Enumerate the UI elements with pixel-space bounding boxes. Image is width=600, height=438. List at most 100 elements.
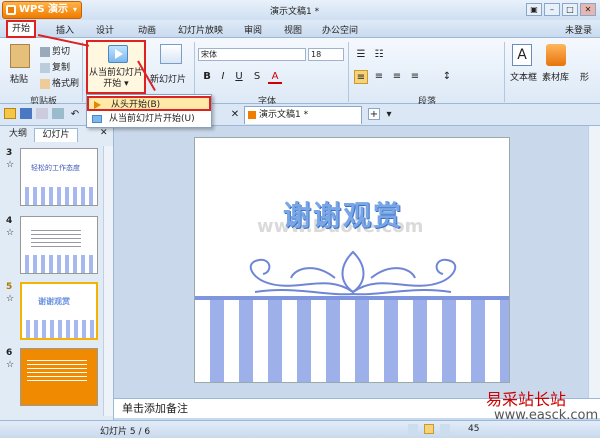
star-icon: ☆ [6,294,15,304]
slide-counter: 幻灯片 5 / 6 [100,427,151,437]
numbering-icon[interactable]: ☷ [372,48,386,62]
thumbnail-title: 轻松的工作态度 [31,164,80,172]
normal-view-icon[interactable] [408,424,418,434]
line-spacing-icon[interactable]: ↕ [440,70,454,84]
menu-review[interactable]: 审阅 [244,23,262,36]
menu-design[interactable]: 设计 [96,23,114,36]
divider [348,42,349,102]
material-library-button[interactable]: 素材库 [542,70,569,83]
paste-button[interactable]: 粘贴 [10,72,28,85]
slideshow-dropdown-menu: 从头开始(B) 从当前幻灯片开始(U) [86,94,212,128]
close-button[interactable]: ✕ [580,3,596,16]
italic-button[interactable]: I [216,70,230,84]
play-label: 从当前幻灯片 开始 ▾ [88,68,144,90]
scissors-icon [40,46,50,57]
slide-thumbnail-6[interactable] [20,348,98,406]
panel-scrollbar[interactable] [103,146,113,416]
slide-thumbnail-5[interactable]: 谢谢观赏 [20,282,98,340]
play-from-beginning-label: 从头开始(B) [111,100,161,110]
slide-scrollbar[interactable] [588,126,600,398]
menu-slideshow[interactable]: 幻灯片放映 [178,23,223,36]
thumbnail-stripes [21,255,97,273]
minimize-button[interactable]: – [544,3,560,16]
print-icon[interactable] [36,108,48,119]
chevron-down-icon: ▾ [121,79,129,89]
current-slide[interactable]: www.DuoTe.com 谢谢观赏 [194,137,510,383]
skin-icon[interactable]: ▣ [526,3,542,16]
format-painter-button[interactable]: 格式刷 [40,76,79,89]
bold-button[interactable]: B [200,70,214,84]
play-from-beginning-item[interactable]: 从头开始(B) [87,96,211,111]
slide-title[interactable]: 谢谢观赏 [283,194,403,234]
thumbnail-title: 谢谢观赏 [38,297,70,306]
new-tab-button[interactable]: + [368,108,380,120]
sorter-view-icon[interactable] [424,424,434,434]
shape-button[interactable]: 形 [580,70,589,83]
bullets-icon[interactable]: ☰ [354,48,368,62]
document-tab-label: 演示文稿1 * [259,110,309,120]
wps-logo-icon [6,5,16,15]
chevron-down-icon[interactable]: ▾ [382,108,396,122]
play-from-current-slide-button[interactable]: 从当前幻灯片 开始 ▾ [86,40,146,94]
menu-animation[interactable]: 动画 [138,23,156,36]
menu-office-space[interactable]: 办公空间 [322,23,358,36]
login-status[interactable]: 未登录 [565,23,592,36]
divider [504,42,505,102]
shadow-button[interactable]: S [250,70,264,84]
play-from-current-label: 从当前幻灯片开始(U) [109,114,195,124]
open-icon[interactable] [4,108,16,119]
ornament-decoration [249,250,457,296]
copy-icon [40,62,50,73]
tab-slides[interactable]: 幻灯片 [34,128,78,142]
thumbnail-text-lines [31,227,81,247]
preview-icon[interactable] [52,108,64,119]
play-label-line2: 开始 [103,79,122,89]
copy-button[interactable]: 复制 [40,60,70,73]
align-right-icon[interactable]: ≡ [390,70,404,84]
play-from-current-item[interactable]: 从当前幻灯片开始(U) [87,112,211,127]
slideshow-view-icon[interactable] [440,424,450,434]
brush-icon [40,78,50,89]
menu-view[interactable]: 视图 [284,23,302,36]
thumbnail-text-lines [27,357,87,383]
textbox-icon[interactable]: A [512,44,532,66]
new-slide-button[interactable]: 新幻灯片 [150,72,186,85]
star-icon: ☆ [6,160,15,170]
window-controls: ▣ – □ ✕ [524,3,596,16]
panel-close-icon[interactable]: ✕ [100,128,108,138]
align-left-icon[interactable]: ≡ [354,70,368,84]
paste-icon[interactable] [10,44,30,68]
site-brand-watermark: 易采站长站 [486,390,567,409]
slide-number: 6 [6,348,13,358]
undo-icon[interactable]: ↶ [68,108,82,122]
menu-start[interactable]: 开始 [6,20,36,38]
font-size-select[interactable]: 18 [308,48,344,61]
new-slide-icon[interactable] [160,44,182,64]
thumbnail-stripes [22,320,96,338]
window-title: 演示文稿1 * [270,7,320,17]
font-name-select[interactable]: 宋体 [198,48,306,61]
slide-number: 3 [6,148,13,158]
menu-insert[interactable]: 插入 [56,23,74,36]
underline-button[interactable]: U [232,70,246,84]
justify-icon[interactable]: ≡ [408,70,422,84]
textbox-button[interactable]: 文本框 [510,70,537,83]
document-tab[interactable]: 演示文稿1 * [244,106,362,124]
tab-outline[interactable]: 大纲 [4,128,32,142]
slide-stripes [195,300,509,382]
wps-app-menu-button[interactable]: WPS 演示 ▾ [2,1,82,19]
align-center-icon[interactable]: ≡ [372,70,386,84]
font-color-button[interactable]: A [268,70,282,84]
copy-label: 复制 [52,63,71,73]
material-library-icon[interactable] [546,44,566,66]
slide-thumbnail-4[interactable] [20,216,98,274]
slide-thumbnail-3[interactable]: 轻松的工作态度 [20,148,98,206]
save-icon[interactable] [20,108,32,119]
slide-panel: 大纲 幻灯片 ✕ 3 ☆ 轻松的工作态度 4 ☆ 5 ☆ 谢谢观赏 6 ☆ [0,126,114,420]
tab-close-icon[interactable]: ✕ [228,108,242,122]
play-icon [108,45,128,63]
maximize-button[interactable]: □ [562,3,578,16]
cut-label: 剪切 [52,47,71,57]
chevron-down-icon: ▾ [72,5,77,14]
cut-button[interactable]: 剪切 [40,44,70,57]
